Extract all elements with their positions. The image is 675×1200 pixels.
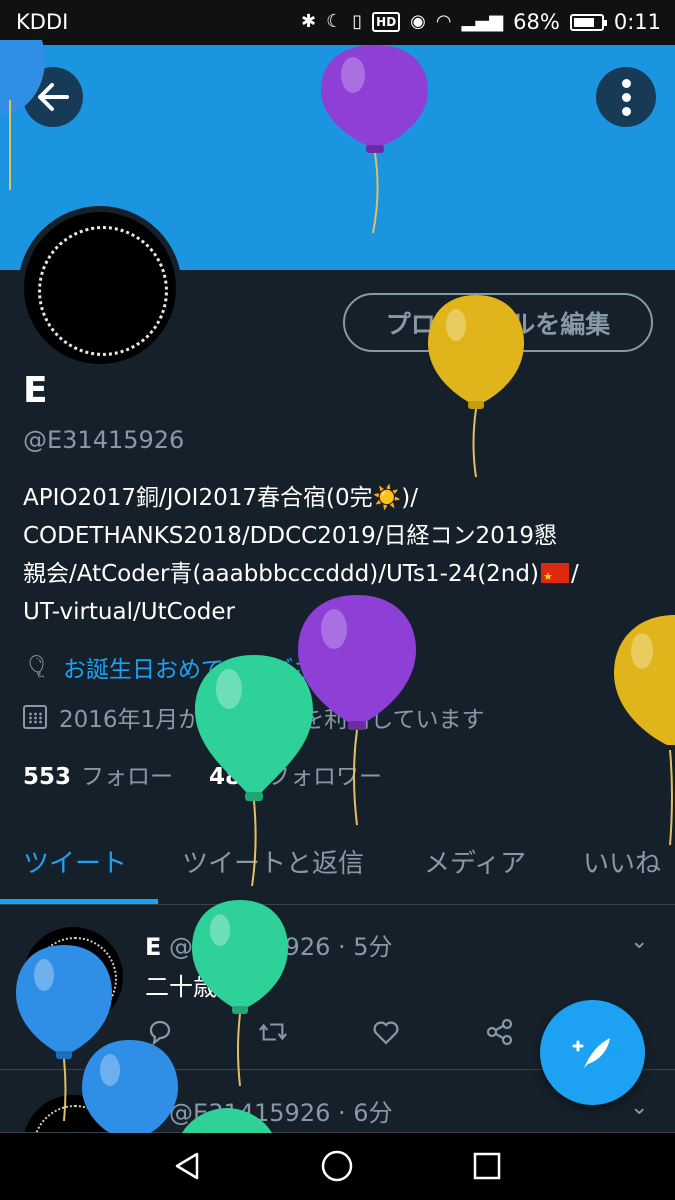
birthday-row: 🎈︎ お誕生日おめでとうございます。 (23, 650, 406, 684)
nav-recents-icon[interactable] (470, 1149, 504, 1183)
tweet-header: E @E31415926 · 6分 (145, 1093, 393, 1128)
compose-tweet-button[interactable] (540, 1000, 645, 1105)
bio-line: CODETHANKS2018/DDCC2019/日経コン2019懇 (23, 523, 558, 549)
balloon-icon (614, 615, 675, 846)
balloon-icon: 🎈︎ (23, 654, 51, 680)
following-label: フォロー (81, 764, 174, 790)
tweet-header: E @E31415926 · 5分 (145, 927, 393, 962)
bluetooth-icon: ✱ (301, 11, 317, 32)
joined-row: 2016年1月からTwitterを利用しています (23, 700, 485, 734)
tweet-text: 二十歳 (145, 973, 217, 1001)
reply-icon[interactable] (145, 1017, 175, 1047)
following-count: 553 (23, 764, 72, 790)
tweet-actions (145, 1017, 525, 1047)
like-icon[interactable] (371, 1017, 401, 1047)
chevron-down-icon[interactable]: ⌄ (630, 1095, 648, 1120)
display-name: E (23, 370, 48, 411)
tweet-meta: @E31415926 · 5分 (169, 933, 393, 961)
battery-percent: 68% (513, 10, 560, 34)
followers-label: フォロワー (267, 764, 383, 790)
signal-icon: ▂▄▆ (461, 11, 504, 32)
tab-likes[interactable]: いいね (583, 843, 661, 880)
bio-line: APIO2017銅/JOI2017春合宿(0完☀️)/ (23, 485, 418, 511)
more-vertical-icon (621, 78, 631, 116)
tweet-meta: @E31415926 · 6分 (169, 1099, 393, 1127)
follow-stats: 553 フォロー 484 フォロワー (23, 757, 382, 791)
profile-tabs: ツイート ツイートと返信 メディア いいね (0, 825, 675, 905)
carrier-label: KDDI (16, 10, 69, 34)
more-options-button[interactable] (596, 67, 656, 127)
bio-line: 親会/AtCoder青(aaabbbcccddd)/UTs1-24(2nd)/ (23, 555, 658, 596)
tweet-avatar[interactable] (23, 927, 123, 1027)
hd-badge: HD (372, 12, 401, 32)
tweet-author-name: E (145, 933, 162, 961)
tab-tweets[interactable]: ツイート (23, 843, 127, 880)
back-button[interactable] (23, 67, 83, 127)
china-flag-icon (540, 558, 569, 596)
retweet-icon[interactable] (258, 1017, 288, 1047)
nav-home-icon[interactable] (320, 1149, 354, 1183)
tweet-author-name: E (145, 1099, 162, 1127)
calendar-icon (23, 705, 47, 729)
tab-tweets-replies[interactable]: ツイートと返信 (182, 843, 364, 880)
chevron-down-icon[interactable]: ⌄ (630, 929, 648, 954)
edit-profile-button[interactable]: プロフィールを編集 (343, 293, 653, 352)
battery-icon (569, 13, 607, 31)
moon-icon: ☾ (326, 11, 343, 32)
eye-icon: ◉ (410, 11, 426, 32)
share-icon[interactable] (485, 1017, 515, 1047)
bio-line: UT-virtual/UtCoder (23, 599, 235, 625)
status-bar: KDDI ✱ ☾ ▯ HD ◉ ◠ ▂▄▆ 68% 0:11 (0, 0, 675, 45)
wifi-icon: ◠ (435, 11, 452, 32)
active-tab-indicator (0, 899, 158, 904)
birthday-text[interactable]: お誕生日おめでとうございます。 (63, 650, 406, 684)
system-nav-bar (0, 1133, 675, 1200)
profile-bio: APIO2017銅/JOI2017春合宿(0完☀️)/ CODETHANKS20… (23, 479, 658, 631)
followers-link[interactable]: 484 フォロワー (209, 757, 382, 791)
nav-back-icon[interactable] (170, 1149, 204, 1183)
arrow-left-icon (38, 83, 69, 111)
following-link[interactable]: 553 フォロー (23, 757, 173, 791)
vibrate-icon: ▯ (352, 11, 363, 32)
status-icons: ✱ ☾ ▯ HD ◉ ◠ ▂▄▆ 68% 0:11 (301, 9, 661, 35)
tab-media[interactable]: メディア (424, 843, 526, 880)
user-handle: @E31415926 (23, 426, 185, 454)
avatar-image (24, 212, 176, 364)
joined-text: 2016年1月からTwitterを利用しています (59, 707, 485, 733)
compose-feather-icon (572, 1037, 610, 1068)
tweet-avatar[interactable] (23, 1095, 123, 1132)
clock: 0:11 (613, 10, 661, 34)
followers-count: 484 (209, 764, 258, 790)
profile-avatar[interactable] (18, 206, 182, 370)
